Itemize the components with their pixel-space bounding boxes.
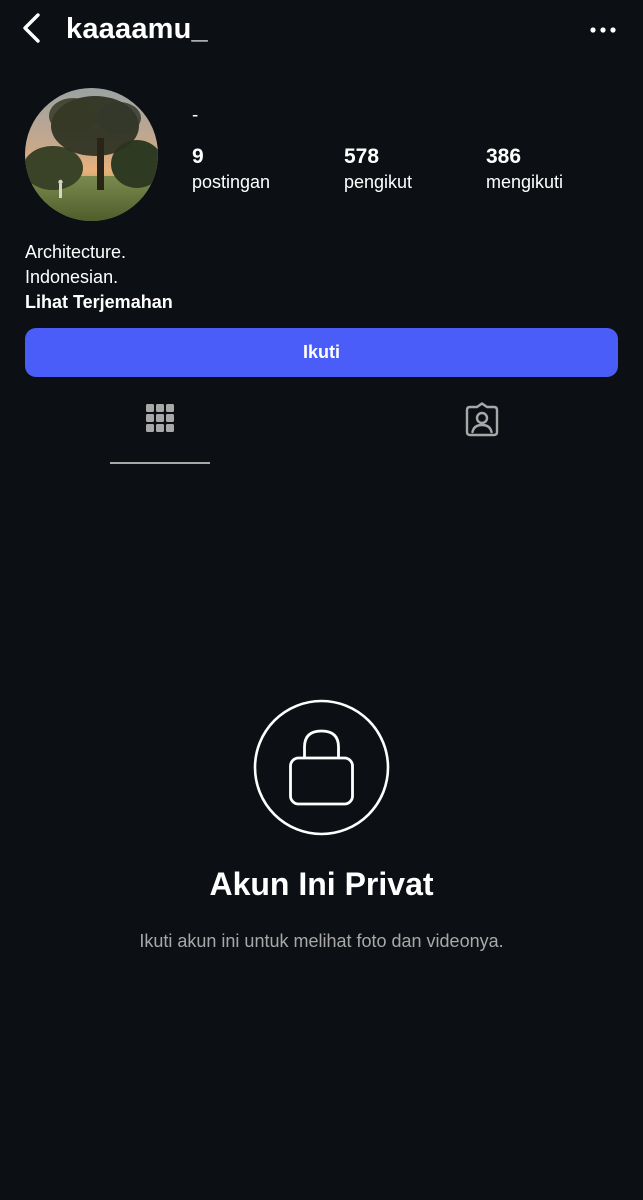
bio-line-2: Indonesian. [25,267,119,287]
profile-bio: Architecture. Indonesian. Lihat Terjemah… [25,240,173,315]
profile-username: kaaaamu_ [66,13,208,45]
grid-icon [146,404,174,432]
stat-following[interactable]: 386 mengikuti [486,144,563,194]
private-account-title: Akun Ini Privat [209,866,434,902]
chevron-left-icon [23,13,40,43]
active-tab-indicator [110,462,210,464]
stat-followers[interactable]: 578 pengikut [344,144,412,194]
tagged-user-icon [465,402,499,437]
profile-display-name: - [192,105,199,126]
top-bar: kaaaamu_ [0,0,643,60]
tab-tagged[interactable] [432,402,532,464]
stat-followers-label: pengikut [344,172,413,192]
stat-posts-label: postingan [192,172,271,192]
stat-posts-value: 9 [192,145,204,168]
private-account-subtitle: Ikuti akun ini untuk melihat foto dan vi… [139,931,504,951]
stat-posts[interactable]: 9 postingan [192,144,270,194]
avatar[interactable] [25,88,158,221]
follow-button[interactable]: Ikuti [25,328,618,377]
more-horizontal-icon [590,27,616,33]
stat-followers-value: 578 [344,145,380,168]
back-button[interactable] [14,10,48,46]
stat-following-value: 386 [486,145,522,168]
stat-following-label: mengikuti [486,172,564,192]
see-translation-link[interactable]: Lihat Terjemahan [25,290,173,315]
lock-icon [253,699,390,836]
more-options-button[interactable] [585,16,621,44]
bio-line-1: Architecture. [25,242,127,262]
avatar-photo [25,88,158,221]
tab-posts-grid[interactable] [110,402,210,464]
